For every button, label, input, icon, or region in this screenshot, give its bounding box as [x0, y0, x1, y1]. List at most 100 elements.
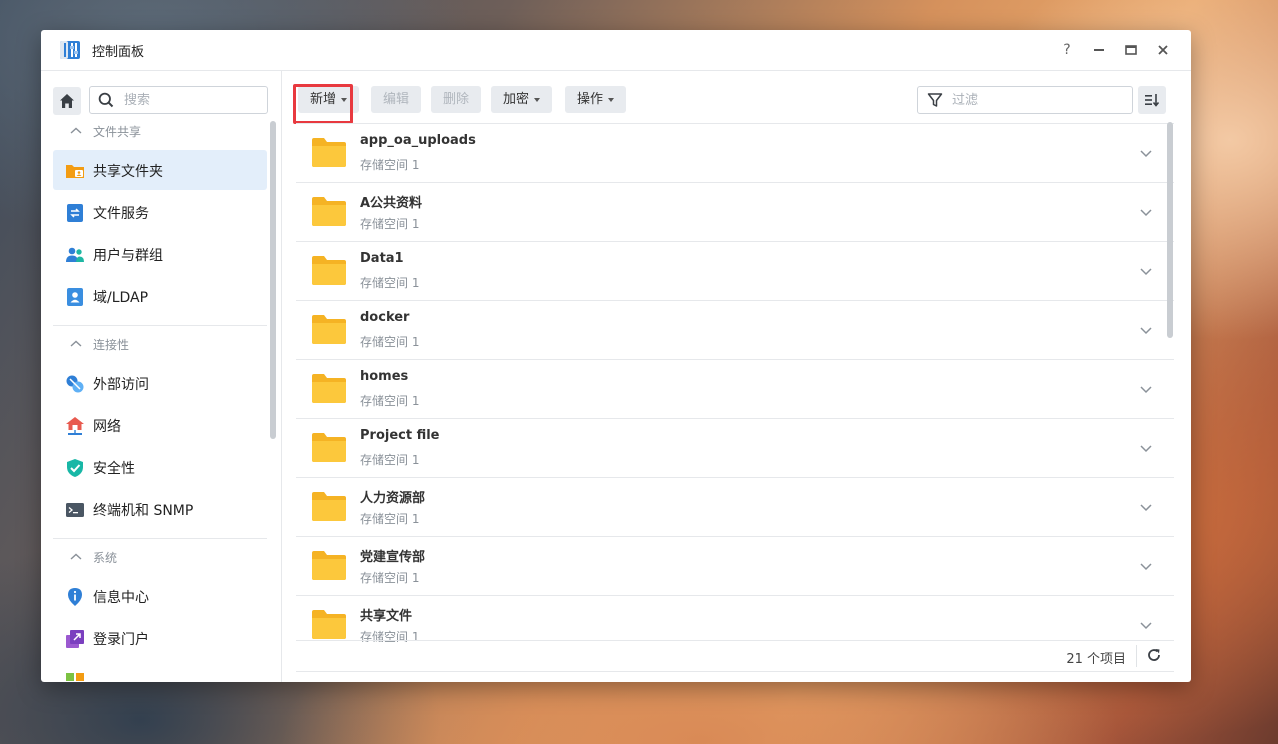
- chevron-up-icon: [70, 127, 82, 134]
- sidebar-item-label: 外部访问: [93, 377, 149, 393]
- network-icon: [66, 417, 84, 435]
- sidebar-item-label: 登录门户: [93, 632, 149, 648]
- sidebar-item-terminal-snmp[interactable]: 终端机和 SNMP: [53, 489, 267, 529]
- sidebar-item-domain-ldap[interactable]: 域/LDAP: [53, 276, 267, 316]
- search-icon: [98, 92, 114, 108]
- list-item[interactable]: 共享文件 存储空间 1: [296, 596, 1174, 642]
- sidebar-search-input[interactable]: [122, 90, 261, 110]
- sidebar-item-label: 网络: [93, 419, 121, 435]
- action-button[interactable]: 操作: [565, 86, 627, 113]
- list-item[interactable]: Data1 存储空间 1: [296, 242, 1174, 301]
- sidebar-item-partial[interactable]: [53, 660, 267, 682]
- encrypt-button[interactable]: 加密: [491, 86, 553, 113]
- sidebar-item-login-portal[interactable]: 登录门户: [53, 618, 267, 658]
- folder-icon: [312, 315, 346, 344]
- shared-folder-icon: [66, 165, 84, 178]
- sidebar-item-label: 安全性: [93, 461, 135, 477]
- group-label: 文件共享: [93, 125, 142, 139]
- folder-icon: [312, 374, 346, 403]
- folder-volume: 存储空间 1: [360, 276, 420, 290]
- sidebar-item-label: 终端机和 SNMP: [93, 503, 194, 519]
- list-item[interactable]: Project file 存储空间 1: [296, 419, 1174, 478]
- home-button[interactable]: [53, 87, 81, 115]
- group-label: 系统: [93, 551, 118, 565]
- sort-icon: [1145, 94, 1160, 107]
- list-item[interactable]: 人力资源部 存储空间 1: [296, 478, 1174, 537]
- terminal-icon: [66, 503, 84, 517]
- list-item[interactable]: homes 存储空间 1: [296, 360, 1174, 419]
- folder-name: 党建宣传部: [360, 550, 426, 565]
- control-panel-app-icon: [60, 41, 80, 59]
- chevron-down-icon[interactable]: [1136, 500, 1156, 514]
- chevron-down-icon[interactable]: [1136, 264, 1156, 278]
- partially-visible-icon: [66, 673, 84, 681]
- chevron-down-icon[interactable]: [1136, 205, 1156, 219]
- group-header-connectivity[interactable]: 连接性: [69, 335, 129, 355]
- minimize-icon: [1094, 49, 1104, 51]
- sidebar-item-file-services[interactable]: 文件服务: [53, 192, 267, 232]
- folder-volume: 存储空间 1: [360, 335, 420, 349]
- folder-name: homes: [360, 369, 409, 384]
- sidebar-item-label: 用户与群组: [93, 248, 163, 264]
- item-count: 21 个项目: [1066, 652, 1126, 667]
- home-icon: [60, 94, 74, 108]
- sidebar-item-label: 共享文件夹: [93, 164, 163, 180]
- chevron-down-icon[interactable]: [1136, 559, 1156, 573]
- list-item[interactable]: app_oa_uploads 存储空间 1: [296, 124, 1174, 183]
- folder-icon: [312, 610, 346, 639]
- sidebar-item-info-center[interactable]: 信息中心: [53, 576, 267, 616]
- filter-input[interactable]: [950, 90, 1124, 110]
- sidebar-item-label: 信息中心: [93, 590, 149, 606]
- window-title: 控制面板: [92, 45, 145, 60]
- folder-icon: [312, 433, 346, 462]
- list-item[interactable]: docker 存储空间 1: [296, 301, 1174, 360]
- minimize-button[interactable]: [1089, 40, 1109, 60]
- maximize-button[interactable]: [1121, 40, 1141, 60]
- delete-button[interactable]: 删除: [431, 86, 482, 113]
- folder-name: A公共资料: [360, 196, 423, 211]
- help-button[interactable]: ?: [1057, 40, 1077, 60]
- folder-icon: [312, 197, 346, 226]
- dropdown-caret-icon: [608, 97, 615, 102]
- sidebar-item-security[interactable]: 安全性: [53, 447, 267, 487]
- title-bar: 控制面板 ?: [41, 30, 1191, 71]
- sidebar-item-shared-folder[interactable]: 共享文件夹: [53, 150, 267, 190]
- group-header-file-sharing[interactable]: 文件共享: [69, 122, 141, 142]
- sidebar: 文件共享 共享文件夹 文件服务 用户与群组 域/LDAP 连接性 外部访问: [41, 71, 282, 682]
- chevron-down-icon[interactable]: [1136, 146, 1156, 160]
- edit-button[interactable]: 编辑: [371, 86, 422, 113]
- folder-volume: 存储空间 1: [360, 512, 420, 526]
- sidebar-scrollbar[interactable]: [270, 121, 276, 439]
- filter-box[interactable]: [917, 86, 1133, 114]
- folder-volume: 存储空间 1: [360, 571, 420, 585]
- sidebar-search[interactable]: [89, 86, 268, 114]
- control-panel-window: 控制面板 ? 文件共享 共享文件夹 文件服务: [41, 30, 1191, 682]
- sidebar-item-label: 文件服务: [93, 206, 149, 222]
- maximize-icon: [1125, 45, 1137, 55]
- footer-divider: [1136, 645, 1137, 667]
- sidebar-item-external-access[interactable]: 外部访问: [53, 363, 267, 403]
- sidebar-item-users-groups[interactable]: 用户与群组: [53, 234, 267, 274]
- list-item[interactable]: A公共资料 存储空间 1: [296, 183, 1174, 242]
- folder-icon: [312, 492, 346, 521]
- encrypt-button-label: 加密: [503, 92, 530, 107]
- folder-name: docker: [360, 310, 410, 325]
- sidebar-item-network[interactable]: 网络: [53, 405, 267, 445]
- create-button-highlight: [293, 84, 353, 124]
- login-portal-icon: [66, 630, 84, 648]
- chevron-down-icon[interactable]: [1136, 382, 1156, 396]
- group-header-system[interactable]: 系统: [69, 548, 117, 568]
- folder-icon: [312, 256, 346, 285]
- chevron-down-icon[interactable]: [1136, 441, 1156, 455]
- chevron-down-icon[interactable]: [1136, 323, 1156, 337]
- sort-button[interactable]: [1138, 86, 1166, 114]
- chevron-down-icon[interactable]: [1136, 618, 1156, 632]
- close-button[interactable]: [1153, 40, 1173, 60]
- close-icon: [1158, 45, 1168, 55]
- folder-name: 共享文件: [360, 609, 413, 624]
- refresh-icon[interactable]: [1146, 647, 1162, 663]
- list-scrollbar[interactable]: [1167, 122, 1173, 338]
- group-label: 连接性: [93, 338, 130, 352]
- folder-volume: 存储空间 1: [360, 158, 420, 172]
- list-item[interactable]: 党建宣传部 存储空间 1: [296, 537, 1174, 596]
